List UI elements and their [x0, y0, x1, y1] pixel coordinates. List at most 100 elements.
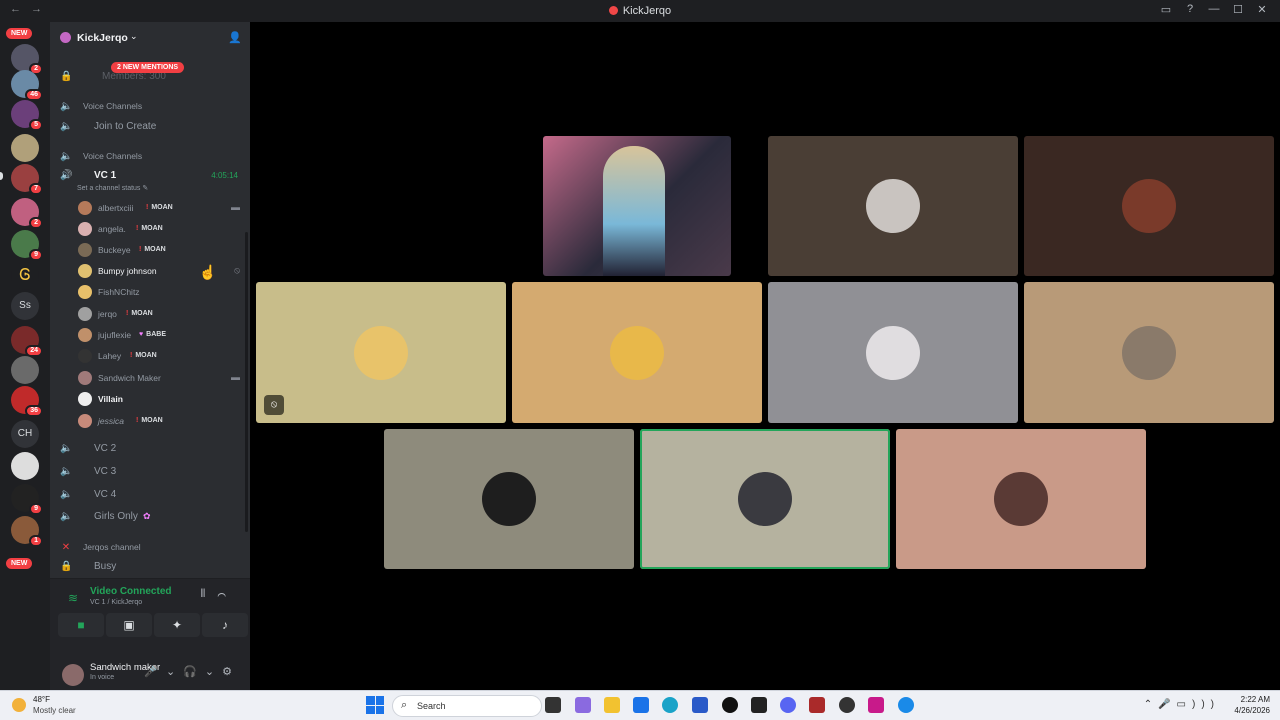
category-jerqos-channel[interactable]: ✕ Jerqos channel	[50, 537, 250, 557]
app-icon[interactable]	[722, 697, 738, 713]
window-title: KickJerqo	[0, 5, 1280, 17]
server-icon[interactable]: 36	[11, 386, 43, 417]
category-voice-channels[interactable]: 🔈 Voice Channels	[50, 146, 250, 166]
avatar	[610, 325, 664, 380]
voice-member[interactable]: Buckeye ! MOAN	[50, 240, 250, 260]
channel-girls-only[interactable]: 🔈 Girls Only ✿	[50, 506, 250, 526]
channel-vc4[interactable]: 🔈 VC 4	[50, 484, 250, 504]
file-explorer-icon[interactable]	[604, 697, 620, 713]
participant-tile[interactable]	[1024, 282, 1274, 423]
server-icon-text[interactable]: Ss	[11, 292, 39, 320]
sidebar-scrollbar[interactable]	[245, 232, 248, 532]
voice-member[interactable]: jujuflexie ♥ BABE	[50, 325, 250, 345]
avatar	[354, 325, 408, 380]
taskbar-search[interactable]: ⌕ Search	[392, 695, 542, 717]
close-icon[interactable]: ✕	[1250, 3, 1274, 16]
channel-busy[interactable]: 🔒 Busy	[50, 556, 250, 576]
participant-tile[interactable]	[768, 282, 1018, 423]
system-tray[interactable]: ⌃🎤▭)))	[1144, 699, 1220, 710]
maximize-icon[interactable]: ☐	[1226, 3, 1250, 16]
voice-member[interactable]: FishNChitz	[50, 282, 250, 302]
soundboard-button[interactable]: ♪	[202, 613, 248, 637]
server-icon[interactable]	[11, 356, 39, 384]
speaker-icon: 🔈	[60, 100, 73, 112]
window-title-text: KickJerqo	[622, 5, 672, 17]
app-icon[interactable]	[809, 697, 825, 713]
speaker-icon: 🔈	[60, 488, 73, 500]
app-icon[interactable]	[692, 697, 708, 713]
voice-location[interactable]: VC 1 / KickJerqo	[90, 599, 142, 606]
discord-icon[interactable]	[780, 697, 796, 713]
store-icon[interactable]	[633, 697, 649, 713]
minimize-icon[interactable]: —	[1202, 3, 1226, 16]
server-icon[interactable]: Ꮆ	[11, 262, 39, 290]
server-icon[interactable]: 1	[11, 516, 43, 547]
channel-vc2[interactable]: 🔈 VC 2	[50, 438, 250, 458]
clock[interactable]: 2:22 AM 4/26/2026	[1234, 694, 1270, 716]
voice-member[interactable]: jerqo ! MOAN	[50, 304, 250, 324]
category-voice-channels[interactable]: 🔈 Voice Channels	[50, 96, 250, 116]
participant-tile[interactable]	[1024, 136, 1274, 276]
participant-tile[interactable]	[512, 282, 762, 423]
help-icon[interactable]: ?	[1178, 3, 1202, 16]
role-tag: ! MOAN	[136, 225, 163, 232]
video-stream-tile[interactable]	[543, 136, 731, 276]
new-mentions-pill[interactable]: 2 NEW MENTIONS	[111, 62, 185, 73]
server-icon[interactable]: 9	[11, 484, 43, 515]
voice-member[interactable]: Lahey ! MOAN	[50, 346, 250, 366]
voice-member[interactable]: Villain	[50, 389, 250, 409]
app-logo-icon	[608, 6, 618, 15]
channel-sidebar: KickJerqo ⌄ 👤 🔒 Members: 300 2 NEW MENTI…	[50, 22, 250, 690]
window-controls: ▭ ? — ☐ ✕	[1154, 3, 1274, 16]
screen-share-button[interactable]: ▣	[106, 613, 152, 637]
server-icon[interactable]: 24	[11, 326, 43, 357]
user-controls[interactable]: 🎤⌄🎧⌄⚙	[144, 665, 240, 678]
server-icon-text[interactable]: CH	[11, 420, 39, 448]
camera-button[interactable]: ■	[58, 613, 104, 637]
channel-vc3[interactable]: 🔈 VC 3	[50, 461, 250, 481]
channel-status[interactable]: Set a channel status ✎	[77, 184, 148, 192]
activities-button[interactable]: ✦	[154, 613, 200, 637]
server-icon[interactable]: 7	[11, 164, 43, 195]
task-view-icon[interactable]	[545, 697, 561, 713]
voice-member[interactable]: jessica ! MOAN	[50, 411, 250, 431]
participant-tile[interactable]: ⦸	[256, 282, 506, 423]
invite-icon[interactable]: 👤	[228, 31, 242, 44]
voice-member[interactable]: Sandwich Maker ▬	[50, 368, 250, 388]
speaker-icon: 🔈	[60, 465, 73, 477]
streamer-video	[603, 146, 665, 276]
participant-tile[interactable]	[896, 429, 1146, 569]
server-icon[interactable]	[11, 452, 39, 480]
speaker-icon: 🔈	[60, 120, 73, 132]
voice-member[interactable]: albertxciii ! MOAN ▬	[50, 198, 250, 218]
voice-member[interactable]: angela. ! MOAN	[50, 219, 250, 239]
start-button[interactable]	[366, 696, 384, 714]
app-icon[interactable]	[751, 697, 767, 713]
participant-tile[interactable]	[768, 136, 1018, 276]
noise-suppression-icon[interactable]: ⦀⌒	[200, 588, 238, 601]
unread-pip	[0, 172, 3, 180]
avatar	[1122, 179, 1176, 233]
moon-icon	[12, 698, 26, 712]
avatar[interactable]	[62, 664, 84, 686]
mouse-cursor-icon: ☝	[199, 264, 217, 280]
voice-member[interactable]: Bumpy johnson ⦸	[50, 261, 250, 281]
channel-vc1[interactable]: 🔊 VC 1 4:05:14	[50, 165, 250, 185]
server-icon[interactable]	[11, 134, 39, 162]
channel-join-to-create[interactable]: 🔈 Join to Create	[50, 116, 250, 136]
participant-tile-speaking[interactable]	[640, 429, 890, 569]
server-icon[interactable]: 2	[11, 198, 43, 229]
app-icon[interactable]	[898, 697, 914, 713]
role-tag: ! MOAN	[136, 417, 163, 424]
copilot-icon[interactable]	[575, 697, 591, 713]
edge-icon[interactable]	[662, 697, 678, 713]
server-icon[interactable]: 9	[11, 230, 43, 261]
server-header[interactable]: KickJerqo ⌄ 👤	[50, 22, 250, 54]
server-icon[interactable]: 46	[11, 70, 43, 101]
server-icon[interactable]: 2	[11, 44, 43, 75]
chrome-icon[interactable]	[839, 697, 855, 713]
participant-tile[interactable]	[384, 429, 634, 569]
server-icon[interactable]: 5	[11, 100, 43, 131]
inbox-icon[interactable]: ▭	[1154, 3, 1178, 16]
app-icon[interactable]	[868, 697, 884, 713]
